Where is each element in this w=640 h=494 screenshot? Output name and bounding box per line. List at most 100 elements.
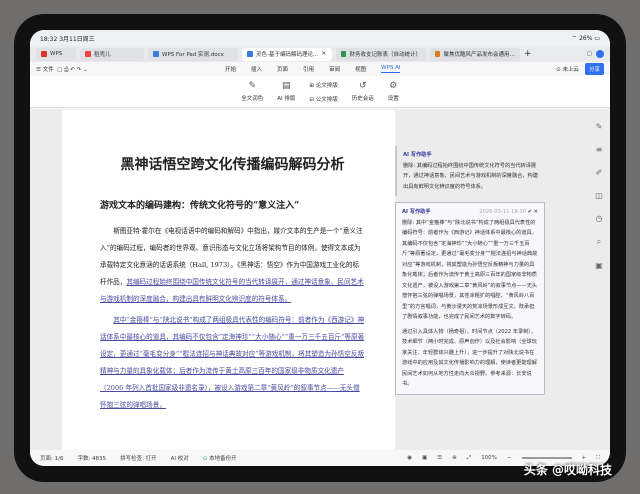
new-tab-button[interactable]: + — [524, 49, 532, 59]
battery: ⌔ 26% ▭ — [571, 35, 600, 42]
tab-label: WPS For Pad 实测.docx — [162, 52, 224, 58]
tab-wps[interactable]: WPS — [36, 47, 76, 61]
outline-icon[interactable]: ☰ — [437, 455, 442, 461]
web-view-icon[interactable]: ⊕ — [452, 455, 457, 461]
cloud-label: 未上云 — [562, 67, 579, 73]
page-view-icon[interactable]: ▣ — [422, 455, 427, 461]
reject-icon[interactable]: ✕ — [534, 209, 538, 215]
tab-label: 财务收支记账表（自动统计） — [349, 52, 421, 58]
backup-status[interactable]: ⊙ 本地备份开 — [203, 454, 237, 462]
doc-heading: 游戏文本的编码建构：传统文化符号的“意义注入” — [100, 201, 300, 211]
doc-icon — [247, 51, 253, 57]
layers-icon[interactable]: ◫ — [595, 191, 603, 200]
history-button[interactable]: ↺ 历史会话 — [352, 81, 374, 102]
document-area: 黑神话悟空跨文化传播编码解码分析 游戏文本的编码建构：传统文化符号的“意义注入”… — [30, 110, 610, 450]
layout-group: ⊞ 论文排版 ⊟ 公文排版 — [309, 81, 337, 103]
doc-title: 黑神话悟空跨文化传播编码解码分析 — [120, 157, 345, 173]
zoom-out[interactable]: − — [507, 455, 512, 461]
polish-icon: ✎ — [248, 81, 256, 91]
comment-extra: 通过引入具体人物（杨奇祖）、时间节点（2022 年录制）、技术细节（两小时完成、… — [402, 328, 537, 388]
zoom-slider[interactable] — [521, 457, 572, 459]
page-count: 页面: 1/6 — [40, 456, 64, 462]
menu-bar: ☰ 文件 ▢ ⎙ ↶ ↷ ⌄ 开始 插入 页面 引用 审阅 视图 WPS AI … — [30, 62, 610, 76]
comment-1[interactable]: AI 写作助手删除: 其编码过程始终围绕中国传统文化符号的当代转译展开，通过神话… — [395, 146, 545, 196]
docer-icon — [85, 51, 91, 57]
file-label: 文件 — [42, 66, 54, 73]
paper-layout-button[interactable]: ⊞ 论文排版 — [309, 81, 337, 89]
gear-icon: ⚙ — [389, 81, 398, 91]
ios-status-bar: 18:32 3月11日周三 ⌔ 26% ▭ — [30, 30, 610, 46]
revision-text: 其编码过程始终围绕中国传统文化符号的当代转译展开，通过神话意象、民间艺术与游戏机… — [100, 278, 364, 303]
tab-finance[interactable]: 财务收支记账表（自动统计） — [336, 47, 426, 61]
history-icon[interactable]: ◷ — [596, 214, 603, 223]
document-page[interactable]: 黑神话悟空跨文化传播编码解码分析 游戏文本的编码建构：传统文化符号的“意义注入”… — [62, 110, 395, 450]
comment-author: AI 写作助手 — [402, 209, 431, 215]
label: 历史会话 — [351, 96, 374, 102]
eye-icon[interactable]: ◉ — [407, 455, 412, 461]
label: 论文排版 — [315, 82, 338, 89]
official-layout-button[interactable]: ⊟ 公文排版 — [309, 95, 337, 103]
backup-label: 本地备份开 — [209, 456, 237, 462]
pencil-icon[interactable]: ✐ — [596, 168, 603, 177]
zoom-level[interactable]: 100% — [481, 455, 497, 461]
paragraph-2: 其中“金箍棒”与“陕北说书”构成了两组极具代表性的编码符号：前者作为《西游记》神… — [100, 316, 365, 409]
tab-docer[interactable]: 稻壳儿 — [80, 47, 144, 61]
menu-page[interactable]: 页面 — [277, 65, 288, 73]
avatar[interactable] — [596, 50, 604, 58]
cloud-status[interactable]: ⊙ 未上云 — [556, 65, 579, 73]
ai-ribbon: ✎ 全文润色 ▤ AI 排版 ⊞ 论文排版 ⊟ 公文排版 ↺ 历史会话 ⚙ 设置 — [30, 76, 610, 108]
ai-proofread[interactable]: AI 校对 — [171, 454, 189, 462]
comment-icon[interactable]: ▣ — [595, 261, 603, 270]
comment-author: AI 写作助手 — [403, 152, 432, 158]
tab-active-doc[interactable]: 灵色-基于编码解码理论… ✕ — [242, 47, 332, 61]
tab-bar: WPS 稻壳儿 WPS For Pad 实测.docx 灵色-基于编码解码理论…… — [30, 46, 610, 62]
menu-view[interactable]: 视图 — [355, 65, 366, 73]
menu-wps-ai[interactable]: WPS AI — [381, 65, 401, 73]
time: 18:32 — [40, 35, 58, 43]
comment-text: 删除: 其编码过程始终围绕中国传统文化符号的当代转译展开，通过神话意象、民间艺术… — [403, 162, 538, 190]
paragraph-1: 斯图亚特·霍尔在《电视话语中的编码和解码》中指出，媒介文本的生产是一个“意义注入… — [100, 223, 365, 308]
spell-check[interactable]: 拼写检查: 打开 — [120, 454, 157, 462]
pen-icon[interactable]: ✎ — [596, 122, 603, 131]
doc-icon — [153, 51, 159, 57]
label: 全文润色 — [241, 96, 264, 102]
history-icon: ↺ — [358, 81, 367, 91]
comment-panel: AI 写作助手删除: 其编码过程始终围绕中国传统文化符号的当代转译展开，通过神话… — [395, 146, 545, 401]
format-icon[interactable]: ≡ — [596, 145, 603, 154]
tab-doc-test[interactable]: WPS For Pad 实测.docx — [148, 47, 238, 61]
settings-button[interactable]: ⚙ 设置 — [388, 81, 399, 102]
label: 设置 — [387, 96, 399, 102]
comment-2[interactable]: AI 写作助手 2026-03-11 18:30 ✔ ✕ 删除: 其中“金箍棒”与“… — [395, 202, 545, 395]
polish-button[interactable]: ✎ 全文润色 — [241, 81, 263, 102]
comment-text: 删除: 其中“金箍棒”与“陕北说书”构成了两组极具代表性的编码符号：前者作为《西… — [402, 219, 538, 321]
tab-slides[interactable]: 聚焦优酷风产品发布会通用… — [430, 47, 520, 61]
word-count[interactable]: 字数: 4835 — [77, 454, 106, 462]
tab-label: 稻壳儿 — [94, 52, 111, 58]
screen: 18:32 3月11日周三 ⌔ 26% ▭ WPS 稻壳儿 WPS For Pa… — [30, 30, 610, 466]
menu-reference[interactable]: 引用 — [303, 65, 314, 73]
tab-label: 聚焦优酷风产品发布会通用… — [443, 52, 515, 58]
accept-icon[interactable]: ✔ — [528, 209, 532, 215]
search-icon[interactable]: ⌕ — [597, 237, 601, 247]
tab-label: WPS — [50, 51, 63, 57]
menu-insert[interactable]: 插入 — [251, 65, 262, 73]
ai-layout-button[interactable]: ▤ AI 排版 — [277, 81, 295, 102]
right-toolbar: ✎ ≡ ✐ ◫ ◷ ⌕ ▣ — [588, 110, 610, 450]
label: 公文排版 — [315, 96, 338, 103]
label: AI 排版 — [277, 96, 296, 102]
layout-icon: ▤ — [282, 81, 291, 91]
sheet-icon — [341, 51, 347, 57]
tab-label: 灵色-基于编码解码理论… — [256, 52, 319, 58]
file-menu[interactable]: ☰ 文件 ▢ ⎙ ↶ ↷ ⌄ — [36, 65, 88, 74]
comment-time: 2026-03-11 18:30 — [479, 209, 526, 215]
date: 3月11日周三 — [59, 35, 95, 43]
fit-icon[interactable]: ⤢ — [467, 455, 471, 462]
wps-icon — [41, 51, 47, 57]
menu-review[interactable]: 审阅 — [329, 65, 340, 73]
menu-home[interactable]: 开始 — [225, 65, 236, 73]
battery-level: 26% — [579, 35, 593, 42]
slides-icon — [435, 51, 441, 57]
share-button[interactable]: 分享 — [584, 63, 604, 75]
watermark: 头条 @哎呦科技 — [523, 463, 612, 477]
window-icon[interactable]: ▢ — [587, 51, 592, 57]
